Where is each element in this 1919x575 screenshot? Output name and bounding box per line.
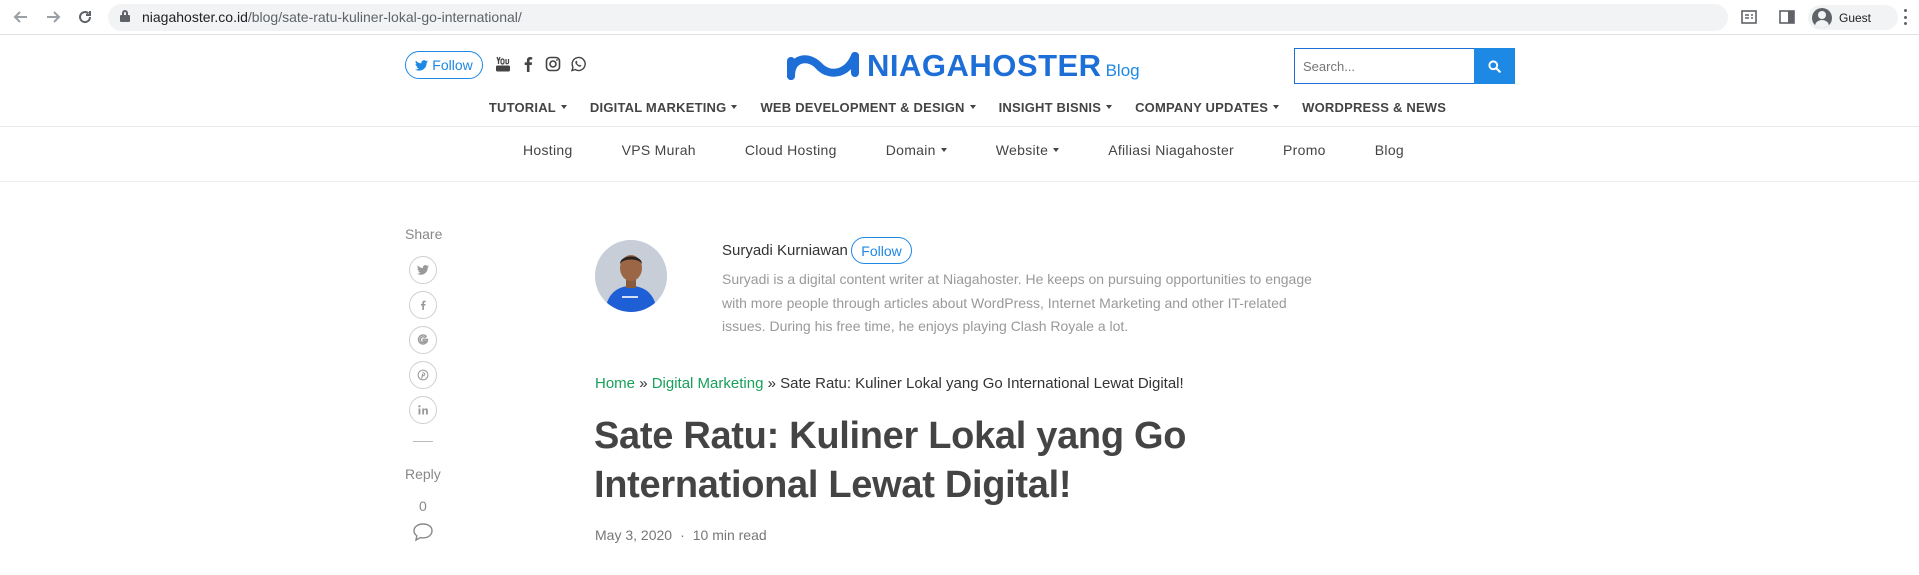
menu-item-label: COMPANY UPDATES xyxy=(1135,99,1269,115)
url-text[interactable]: niagahoster.co.id/blog/sate-ratu-kuliner… xyxy=(142,9,522,25)
author-name[interactable]: Suryadi Kurniawan xyxy=(722,242,848,259)
comment-bubble-icon[interactable] xyxy=(412,522,434,542)
twitter-follow-button[interactable]: Follow xyxy=(405,51,483,79)
back-icon[interactable] xyxy=(10,6,32,28)
caret-down-icon xyxy=(940,148,947,152)
caret-down-icon xyxy=(731,105,738,109)
product-menu-blog[interactable]: Blog xyxy=(1375,139,1404,161)
address-bar[interactable]: niagahoster.co.id/blog/sate-ratu-kuliner… xyxy=(108,4,1728,31)
product-menu: Hosting VPS Murah Cloud Hosting Domain W… xyxy=(0,139,1919,161)
niagahoster-logo-mark-icon xyxy=(787,52,859,80)
menu-item-label: DIGITAL MARKETING xyxy=(589,99,727,115)
browser-toolbar: niagahoster.co.id/blog/sate-ratu-kuliner… xyxy=(0,0,1919,35)
menu-item-digital-marketing[interactable]: DIGITAL MARKETING xyxy=(590,96,738,118)
share-separator xyxy=(413,441,433,442)
menu-item-web-development-design[interactable]: WEB DEVELOPMENT & DESIGN xyxy=(760,96,976,118)
side-panel-icon[interactable] xyxy=(1778,8,1796,26)
product-menu-label: Promo xyxy=(1283,142,1326,158)
product-menu-afiliasi[interactable]: Afiliasi Niagahoster xyxy=(1108,139,1234,161)
menu-item-insight-bisnis[interactable]: INSIGHT BISNIS xyxy=(998,96,1113,118)
menu-divider xyxy=(0,181,1919,182)
profile-label: Guest xyxy=(1839,10,1872,25)
share-twitter-icon[interactable] xyxy=(409,256,437,284)
product-menu-label: Afiliasi Niagahoster xyxy=(1108,142,1235,158)
reader-mode-icon[interactable] xyxy=(1740,8,1758,26)
caret-down-icon xyxy=(1053,148,1060,152)
follow-label: Follow xyxy=(432,57,473,73)
url-path: /blog/sate-ratu-kuliner-lokal-go-interna… xyxy=(247,9,522,25)
breadcrumb-separator: » xyxy=(639,375,648,392)
product-menu-label: VPS Murah xyxy=(621,142,696,158)
article-date: May 3, 2020 xyxy=(595,527,673,543)
product-menu-domain[interactable]: Domain xyxy=(886,139,947,161)
author-avatar xyxy=(595,240,667,312)
browser-menu-icon[interactable] xyxy=(1903,9,1907,25)
logo-blog-label: Blog xyxy=(1105,61,1140,80)
youtube-icon[interactable] xyxy=(495,56,511,72)
menu-item-label: TUTORIAL xyxy=(488,99,556,115)
menu-item-label: WEB DEVELOPMENT & DESIGN xyxy=(760,99,965,115)
share-pinterest-icon[interactable] xyxy=(409,361,437,389)
product-menu-website[interactable]: Website xyxy=(995,139,1060,161)
author-follow-button[interactable]: Follow xyxy=(851,237,912,264)
caret-down-icon xyxy=(969,105,976,109)
forward-icon[interactable] xyxy=(42,6,64,28)
product-menu-vps-murah[interactable]: VPS Murah xyxy=(622,139,696,161)
niagahoster-logo[interactable]: NIAGAHOSTER Blog xyxy=(785,48,1140,84)
share-label: Share xyxy=(405,226,443,242)
main-menu: TUTORIAL DIGITAL MARKETING WEB DEVELOPME… xyxy=(0,96,1919,118)
product-menu-cloud-hosting[interactable]: Cloud Hosting xyxy=(745,139,837,161)
menu-item-company-updates[interactable]: COMPANY UPDATES xyxy=(1135,96,1280,118)
profile-button[interactable]: Guest xyxy=(1808,5,1898,30)
whatsapp-icon[interactable] xyxy=(570,56,586,72)
reload-icon[interactable] xyxy=(74,6,96,28)
product-menu-label: Website xyxy=(995,142,1049,158)
menu-item-tutorial[interactable]: TUTORIAL xyxy=(489,96,567,118)
menu-item-label: INSIGHT BISNIS xyxy=(998,99,1102,115)
breadcrumb-separator: » xyxy=(767,375,776,392)
lock-icon[interactable] xyxy=(120,10,130,22)
logo-wordmark: NIAGAHOSTER xyxy=(867,48,1102,83)
header-divider xyxy=(0,126,1919,127)
caret-down-icon xyxy=(1273,105,1280,109)
guest-avatar-icon xyxy=(1812,7,1832,28)
product-menu-label: Hosting xyxy=(523,142,573,158)
product-menu-promo[interactable]: Promo xyxy=(1283,139,1326,161)
url-host: niagahoster.co.id xyxy=(142,9,248,25)
menu-item-wordpress-news[interactable]: WORDPRESS & NEWS xyxy=(1302,96,1446,118)
search-button[interactable] xyxy=(1474,48,1515,84)
breadcrumb: Home » Digital Marketing » Sate Ratu: Ku… xyxy=(595,375,1184,392)
breadcrumb-home-link[interactable]: Home xyxy=(595,375,635,392)
article-read-time: 10 min read xyxy=(692,527,767,543)
article-title: Sate Ratu: Kuliner Lokal yang Go Interna… xyxy=(594,415,1187,506)
search-input[interactable] xyxy=(1294,48,1474,84)
caret-down-icon xyxy=(560,105,567,109)
product-menu-label: Domain xyxy=(885,142,936,158)
product-menu-label: Cloud Hosting xyxy=(744,142,837,158)
instagram-icon[interactable] xyxy=(545,56,561,72)
share-facebook-icon[interactable] xyxy=(409,291,437,319)
share-google-icon[interactable] xyxy=(409,326,437,354)
product-menu-label: Blog xyxy=(1374,142,1404,158)
facebook-icon[interactable] xyxy=(520,56,536,72)
twitter-icon xyxy=(415,59,429,71)
author-bio: Suryadi is a digital content writer at N… xyxy=(722,271,1312,334)
share-linkedin-icon[interactable] xyxy=(409,396,437,424)
breadcrumb-category-link[interactable]: Digital Marketing xyxy=(652,375,764,392)
reply-count: 0 xyxy=(419,498,427,514)
meta-separator: · xyxy=(680,527,685,543)
article-meta: May 3, 2020 · 10 min read xyxy=(595,527,767,543)
breadcrumb-current: Sate Ratu: Kuliner Lokal yang Go Interna… xyxy=(780,375,1184,392)
reply-label: Reply xyxy=(405,466,441,482)
search-icon xyxy=(1488,59,1501,73)
search-form xyxy=(1294,48,1515,84)
caret-down-icon xyxy=(1106,105,1113,109)
product-menu-hosting[interactable]: Hosting xyxy=(523,139,573,161)
menu-item-label: WORDPRESS & NEWS xyxy=(1302,99,1447,115)
